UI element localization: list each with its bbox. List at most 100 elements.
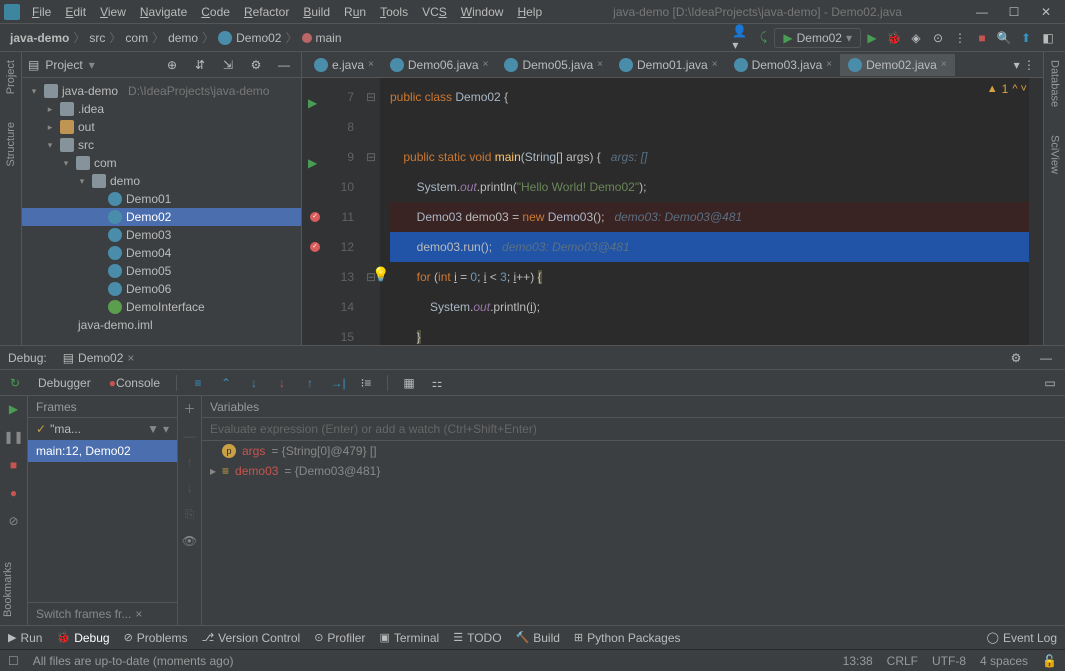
- project-tree[interactable]: ▾java-demoD:\IdeaProjects\java-demo▸.ide…: [22, 78, 301, 345]
- line-gutter[interactable]: 7▶89▶1011✓12✓131415: [302, 78, 362, 345]
- menu-vcs[interactable]: VCS: [416, 3, 453, 21]
- tree-node[interactable]: Demo06: [22, 280, 301, 298]
- coverage-button[interactable]: ◈: [907, 29, 925, 47]
- menu-run[interactable]: Run: [338, 3, 372, 21]
- step-over-icon[interactable]: ⌃: [217, 374, 235, 392]
- remove-watch-icon[interactable]: ―: [184, 429, 196, 443]
- inspection-widget[interactable]: ▲ 1 ^ ˅: [987, 82, 1027, 96]
- editor-tab[interactable]: Demo03.java×: [726, 54, 841, 76]
- problems-tool-button[interactable]: ⊘ Problems: [124, 631, 188, 645]
- expand-all-icon[interactable]: ⇵: [191, 56, 209, 74]
- trace-icon[interactable]: ▦: [400, 374, 418, 392]
- close-tab-icon[interactable]: ×: [826, 59, 832, 70]
- tool-window-quick-icon[interactable]: ☐: [8, 654, 19, 668]
- user-icon[interactable]: 👤▾: [732, 29, 750, 47]
- debug-hide-icon[interactable]: ―: [1037, 349, 1055, 367]
- build-icon[interactable]: ⤹: [754, 29, 772, 47]
- run-tool-button[interactable]: ▶ Run: [8, 631, 42, 645]
- minimize-button[interactable]: ―: [967, 5, 997, 19]
- python-tool-button[interactable]: ⊞ Python Packages: [574, 631, 681, 645]
- intention-bulb-icon[interactable]: 💡: [372, 266, 389, 283]
- resume-icon[interactable]: ▶: [5, 400, 23, 418]
- tree-node[interactable]: ▾src: [22, 136, 301, 154]
- close-tab-icon[interactable]: ×: [483, 59, 489, 70]
- event-log-button[interactable]: ◯ Event Log: [987, 631, 1057, 645]
- breadcrumb[interactable]: java-demo〉 src〉 com〉 demo〉 Demo02〉 main: [6, 29, 346, 46]
- vcs-tool-button[interactable]: ⎇ Version Control: [201, 631, 300, 645]
- down-icon[interactable]: ↓: [187, 481, 193, 495]
- fold-gutter[interactable]: ⊟⊟⊟: [362, 78, 380, 345]
- debug-config-tab[interactable]: ▤ Demo02 ×: [55, 349, 143, 367]
- ide-settings-icon[interactable]: ◧: [1039, 29, 1057, 47]
- editor-tab[interactable]: Demo05.java×: [496, 54, 611, 76]
- update-icon[interactable]: ⬆: [1017, 29, 1035, 47]
- run-to-cursor-icon[interactable]: →|: [329, 374, 347, 392]
- close-tab-icon[interactable]: ×: [941, 59, 947, 70]
- view-breakpoints-icon[interactable]: ●: [5, 484, 23, 502]
- menu-navigate[interactable]: Navigate: [134, 3, 193, 21]
- tree-node[interactable]: ▾demo: [22, 172, 301, 190]
- filter-icon[interactable]: ▼: [147, 422, 159, 436]
- step-into-icon[interactable]: ↓: [245, 374, 263, 392]
- mute-breakpoints-icon[interactable]: ⊘: [5, 512, 23, 530]
- tree-node[interactable]: Demo03: [22, 226, 301, 244]
- run-config-selector[interactable]: ▶Demo02▾: [774, 28, 861, 48]
- close-tab-icon[interactable]: ×: [597, 59, 603, 70]
- new-watch-icon[interactable]: ＋: [183, 400, 195, 417]
- collapse-all-icon[interactable]: ⇲: [219, 56, 237, 74]
- menu-tools[interactable]: Tools: [374, 3, 414, 21]
- variable-row[interactable]: ▸≡demo03 = {Demo03@481}: [202, 461, 1065, 481]
- more-run-icon[interactable]: ⋮: [951, 29, 969, 47]
- tree-node[interactable]: ▸out: [22, 118, 301, 136]
- error-stripe[interactable]: [1029, 78, 1043, 345]
- tree-node[interactable]: DemoInterface: [22, 298, 301, 316]
- search-icon[interactable]: 🔍: [995, 29, 1013, 47]
- switch-frames-hint[interactable]: Switch frames fr...×: [28, 602, 177, 625]
- menu-edit[interactable]: Edit: [59, 3, 92, 21]
- tree-node[interactable]: ▾java-demoD:\IdeaProjects\java-demo: [22, 82, 301, 100]
- copy-icon[interactable]: ⎘: [185, 507, 195, 522]
- editor-tab[interactable]: Demo06.java×: [382, 54, 497, 76]
- tree-node[interactable]: Demo02: [22, 208, 301, 226]
- close-tab-icon[interactable]: ×: [368, 59, 374, 70]
- console-tab[interactable]: ●Console: [103, 374, 166, 392]
- layout-icon[interactable]: ▭: [1041, 374, 1059, 392]
- menu-window[interactable]: Window: [455, 3, 510, 21]
- maximize-button[interactable]: ☐: [999, 5, 1029, 19]
- close-tab-icon[interactable]: ×: [712, 59, 718, 70]
- debug-settings-icon[interactable]: ⚙: [1007, 349, 1025, 367]
- force-step-into-icon[interactable]: ↓: [273, 374, 291, 392]
- settings-icon[interactable]: ⚙: [247, 56, 265, 74]
- encoding[interactable]: UTF-8: [932, 654, 966, 668]
- up-icon[interactable]: ↑: [187, 455, 193, 469]
- stop-debug-icon[interactable]: ■: [5, 456, 23, 474]
- hide-icon[interactable]: ―: [275, 56, 293, 74]
- code-editor[interactable]: 💡 public class Demo02 { public static vo…: [380, 78, 1043, 345]
- line-sep[interactable]: CRLF: [887, 654, 918, 668]
- profile-button[interactable]: ⊙: [929, 29, 947, 47]
- project-view-label[interactable]: Project: [45, 58, 82, 72]
- structure-tool-button[interactable]: Structure: [5, 118, 17, 171]
- lock-icon[interactable]: 🔓: [1042, 654, 1057, 668]
- memory-icon[interactable]: ⚏: [428, 374, 446, 392]
- menu-help[interactable]: Help: [511, 3, 548, 21]
- stop-button[interactable]: ■: [973, 29, 991, 47]
- thread-selector[interactable]: ✓"ma... ▼ ▾: [28, 418, 177, 440]
- indent[interactable]: 4 spaces: [980, 654, 1028, 668]
- evaluate-icon[interactable]: ⁝≡: [357, 374, 375, 392]
- locate-icon[interactable]: ⊕: [163, 56, 181, 74]
- tree-node[interactable]: ▾com: [22, 154, 301, 172]
- menu-code[interactable]: Code: [195, 3, 236, 21]
- editor-tab[interactable]: Demo02.java×: [840, 54, 955, 76]
- todo-tool-button[interactable]: ☰ TODO: [453, 631, 501, 645]
- stack-frame[interactable]: main:12, Demo02: [28, 440, 177, 462]
- tabs-overflow-icon[interactable]: ▾ ⋮: [1006, 58, 1043, 72]
- debugger-tab[interactable]: Debugger: [32, 374, 97, 392]
- debug-tool-button[interactable]: 🐞 Debug: [56, 631, 109, 645]
- run-button[interactable]: ▶: [863, 29, 881, 47]
- menu-view[interactable]: View: [94, 3, 132, 21]
- show-exec-icon[interactable]: ≡: [189, 374, 207, 392]
- tree-node[interactable]: Demo01: [22, 190, 301, 208]
- menu-refactor[interactable]: Refactor: [238, 3, 295, 21]
- build-tool-button[interactable]: 🔨 Build: [516, 631, 560, 645]
